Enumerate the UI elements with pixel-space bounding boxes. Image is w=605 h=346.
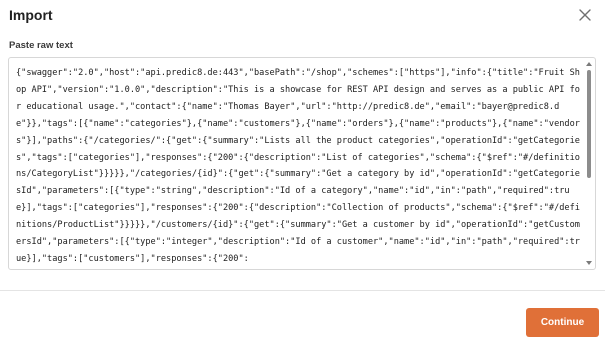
close-button[interactable]: [578, 8, 592, 22]
scroll-down-arrow-icon[interactable]: [586, 261, 592, 265]
scrollbar-thumb[interactable]: [587, 70, 591, 178]
raw-text-content[interactable]: {"swagger":"2.0","host":"api.predic8.de:…: [16, 65, 581, 265]
continue-button[interactable]: Continue: [526, 308, 599, 337]
raw-text-label: Paste raw text: [9, 40, 73, 51]
close-icon: [579, 9, 591, 21]
footer-divider: [0, 290, 605, 291]
textarea-scrollbar[interactable]: [585, 61, 593, 266]
raw-text-textarea[interactable]: {"swagger":"2.0","host":"api.predic8.de:…: [8, 57, 596, 270]
scroll-up-arrow-icon[interactable]: [586, 62, 592, 66]
dialog-title: Import: [9, 7, 53, 23]
import-dialog: Import Paste raw text {"swagger":"2.0","…: [0, 0, 605, 346]
